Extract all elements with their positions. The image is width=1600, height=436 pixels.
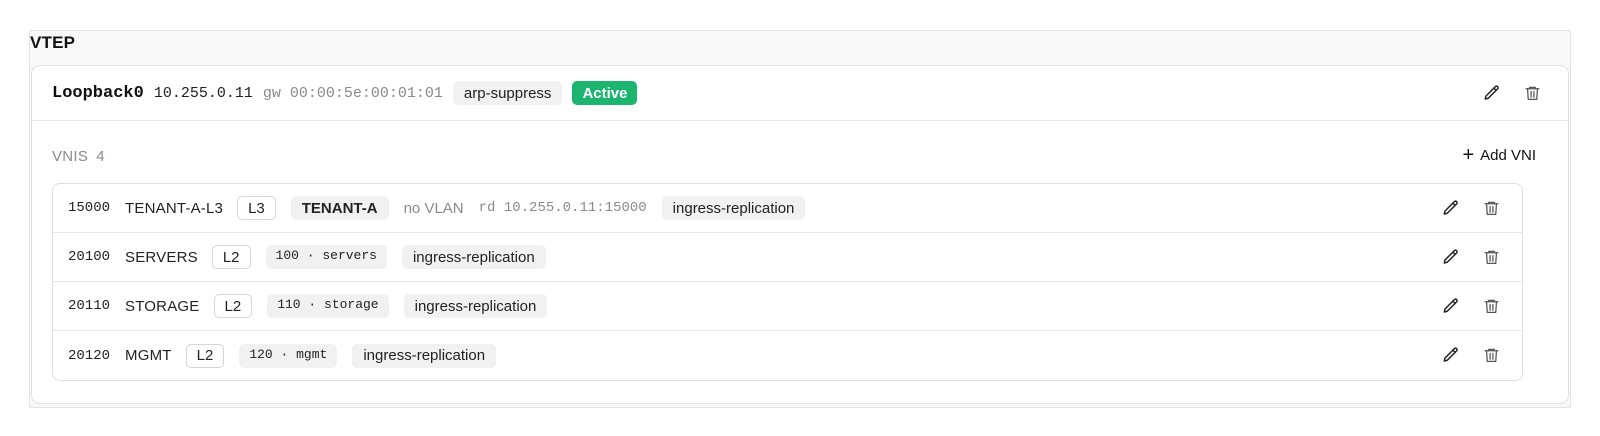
vlan-text: no VLAN bbox=[403, 199, 464, 217]
vtep-card: Loopback0 10.255.0.11 gw 00:00:5e:00:01:… bbox=[31, 65, 1569, 404]
edit-vni-button[interactable] bbox=[1441, 295, 1461, 317]
vrf-chip: TENANT-A bbox=[290, 196, 389, 220]
replication-chip: ingress-replication bbox=[661, 196, 806, 220]
vnis-label: VNIS bbox=[52, 148, 89, 165]
vtep-interface: Loopback0 bbox=[52, 83, 144, 103]
table-row: 20100 SERVERS L2 100 · servers ingress-r… bbox=[53, 233, 1522, 282]
vni-type-badge: L2 bbox=[185, 343, 225, 368]
trash-icon bbox=[1483, 348, 1499, 363]
edit-vtep-button[interactable] bbox=[1482, 82, 1502, 104]
vtep-actions bbox=[1482, 82, 1542, 104]
vnis-heading: VNIS 4 bbox=[52, 148, 105, 165]
trash-icon bbox=[1524, 86, 1540, 101]
vni-type-badge: L2 bbox=[213, 294, 253, 318]
pencil-icon bbox=[1443, 347, 1458, 362]
rd-text: rd 10.255.0.11:15000 bbox=[478, 200, 647, 216]
row-actions bbox=[1441, 295, 1501, 317]
pencil-icon bbox=[1443, 298, 1458, 313]
vni-id: 20110 bbox=[68, 298, 111, 314]
vni-type-badge: L2 bbox=[211, 245, 251, 269]
section-title: VTEP bbox=[30, 33, 76, 52]
row-actions bbox=[1441, 344, 1501, 366]
vni-name: STORAGE bbox=[125, 297, 200, 315]
trash-icon bbox=[1483, 250, 1499, 265]
vtep-ip: 10.255.0.11 bbox=[153, 84, 253, 102]
row-actions bbox=[1441, 246, 1501, 268]
vni-id: 20120 bbox=[68, 347, 111, 364]
edit-vni-button[interactable] bbox=[1441, 197, 1461, 219]
vlan-chip: 110 · storage bbox=[267, 294, 389, 318]
replication-chip: ingress-replication bbox=[403, 294, 548, 318]
edit-vni-button[interactable] bbox=[1441, 246, 1461, 268]
vni-name: MGMT bbox=[125, 347, 172, 364]
pencil-icon bbox=[1484, 85, 1499, 100]
add-vni-button[interactable]: + Add VNI bbox=[1462, 144, 1536, 166]
replication-chip: ingress-replication bbox=[401, 245, 546, 269]
table-row: 15000 TENANT-A-L3 L3 TENANT-A no VLAN rd… bbox=[53, 184, 1522, 233]
vni-id: 15000 bbox=[68, 200, 111, 216]
vni-name: SERVERS bbox=[125, 248, 198, 266]
vlan-chip: 120 · mgmt bbox=[239, 343, 338, 368]
trash-icon bbox=[1483, 299, 1499, 314]
vtep-gateway: gw 00:00:5e:00:01:01 bbox=[262, 84, 443, 102]
table-row: 20120 MGMT L2 120 · mgmt ingress-replica… bbox=[53, 331, 1522, 380]
mode-tag: arp-suppress bbox=[452, 81, 563, 105]
pencil-icon bbox=[1443, 200, 1458, 215]
vni-table: 15000 TENANT-A-L3 L3 TENANT-A no VLAN rd… bbox=[52, 183, 1523, 381]
status-badge: Active bbox=[572, 81, 638, 105]
vni-type-badge: L3 bbox=[237, 196, 276, 220]
vtep-section: VTEP Loopback0 10.255.0.11 gw 00:00:5e:0… bbox=[29, 30, 1571, 408]
table-row: 20110 STORAGE L2 110 · storage ingress-r… bbox=[53, 282, 1522, 331]
replication-chip: ingress-replication bbox=[352, 343, 497, 368]
vni-name: TENANT-A-L3 bbox=[125, 199, 224, 217]
vnis-count: 4 bbox=[96, 148, 105, 165]
trash-icon bbox=[1483, 201, 1499, 216]
delete-vni-button[interactable] bbox=[1481, 246, 1501, 268]
delete-vni-button[interactable] bbox=[1481, 197, 1501, 219]
add-vni-label: Add VNI bbox=[1480, 146, 1536, 164]
delete-vni-button[interactable] bbox=[1481, 295, 1501, 317]
vlan-chip: 100 · servers bbox=[265, 245, 387, 269]
delete-vni-button[interactable] bbox=[1481, 344, 1501, 366]
edit-vni-button[interactable] bbox=[1441, 344, 1461, 366]
plus-icon: + bbox=[1462, 144, 1475, 166]
vni-id: 20100 bbox=[68, 249, 111, 265]
vtep-header: Loopback0 10.255.0.11 gw 00:00:5e:00:01:… bbox=[32, 66, 1568, 121]
pencil-icon bbox=[1443, 249, 1458, 264]
row-actions bbox=[1441, 197, 1501, 219]
delete-vtep-button[interactable] bbox=[1522, 82, 1542, 104]
